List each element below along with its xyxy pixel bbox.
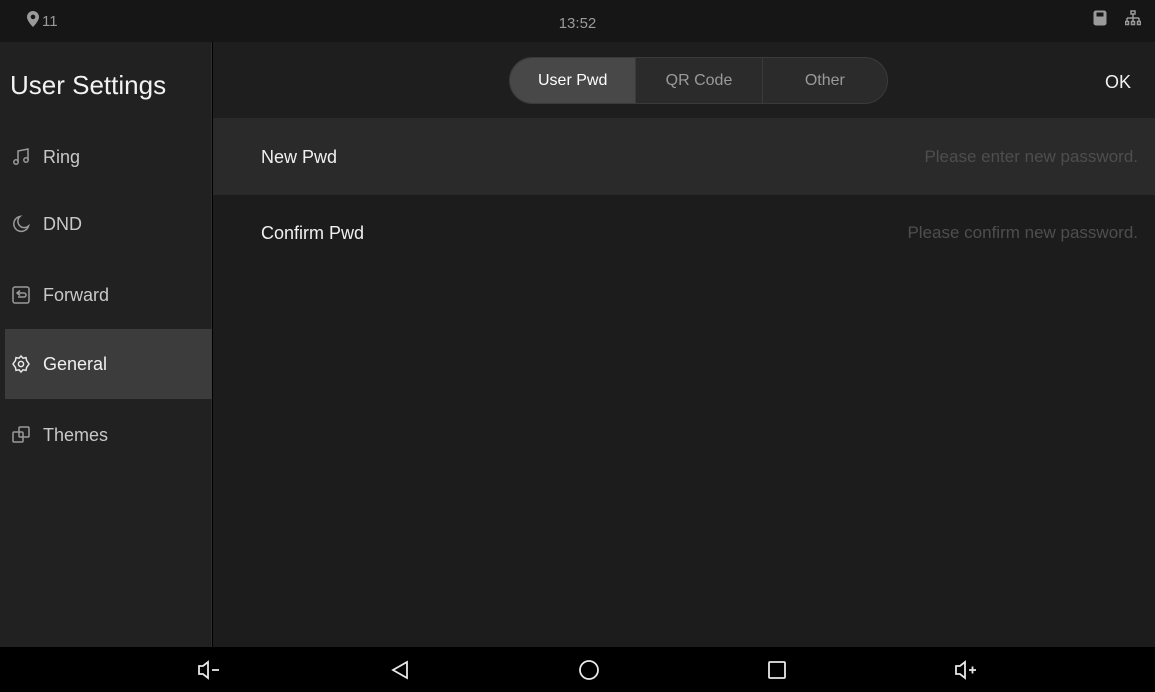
new-pwd-row: New Pwd	[213, 119, 1155, 195]
sidebar: User Settings Ring DND Forward General T…	[0, 42, 212, 647]
sidebar-item-themes[interactable]: Themes	[5, 400, 212, 470]
header: User Pwd QR Code Other OK	[213, 42, 1155, 119]
sidebar-item-dnd[interactable]: DND	[5, 189, 212, 259]
status-right	[1093, 10, 1142, 31]
confirm-pwd-field[interactable]	[758, 223, 1138, 243]
home-icon[interactable]	[576, 657, 602, 683]
sidebar-item-label: Forward	[43, 284, 110, 305]
status-time: 13:52	[558, 15, 597, 32]
ok-button[interactable]: OK	[1105, 72, 1131, 93]
page-title: User Settings	[10, 70, 167, 100]
gear-icon	[11, 354, 31, 374]
sidebar-item-general[interactable]: General	[5, 329, 212, 399]
volume-up-icon[interactable]	[953, 657, 979, 683]
new-pwd-field[interactable]	[758, 147, 1138, 167]
volume-down-icon[interactable]	[196, 657, 222, 683]
main-panel: User Pwd QR Code Other OK New Pwd Confir…	[213, 42, 1155, 647]
confirm-pwd-label: Confirm Pwd	[261, 222, 365, 243]
tab-other[interactable]: Other	[763, 58, 887, 103]
forward-icon	[11, 285, 31, 305]
sidebar-item-label: General	[43, 353, 108, 374]
tab-user-pwd[interactable]: User Pwd	[510, 58, 637, 103]
sidebar-item-forward[interactable]: Forward	[5, 260, 212, 330]
sd-card-icon	[1093, 10, 1107, 31]
recents-icon[interactable]	[764, 657, 790, 683]
sidebar-item-label: Ring	[43, 146, 81, 167]
music-note-icon	[11, 147, 31, 167]
tab-group: User Pwd QR Code Other	[509, 57, 888, 104]
navigation-bar	[0, 647, 1155, 692]
sidebar-item-label: DND	[43, 213, 82, 234]
moon-icon	[11, 214, 31, 234]
status-bar: 11 13:52	[0, 0, 1155, 42]
network-icon	[1124, 10, 1142, 31]
tab-qr-code[interactable]: QR Code	[636, 58, 763, 103]
back-icon[interactable]	[387, 657, 413, 683]
sidebar-item-ring[interactable]: Ring	[5, 122, 212, 192]
new-pwd-label: New Pwd	[261, 146, 338, 167]
themes-icon	[11, 425, 31, 445]
sidebar-item-label: Themes	[43, 424, 109, 445]
confirm-pwd-row: Confirm Pwd	[213, 195, 1155, 271]
